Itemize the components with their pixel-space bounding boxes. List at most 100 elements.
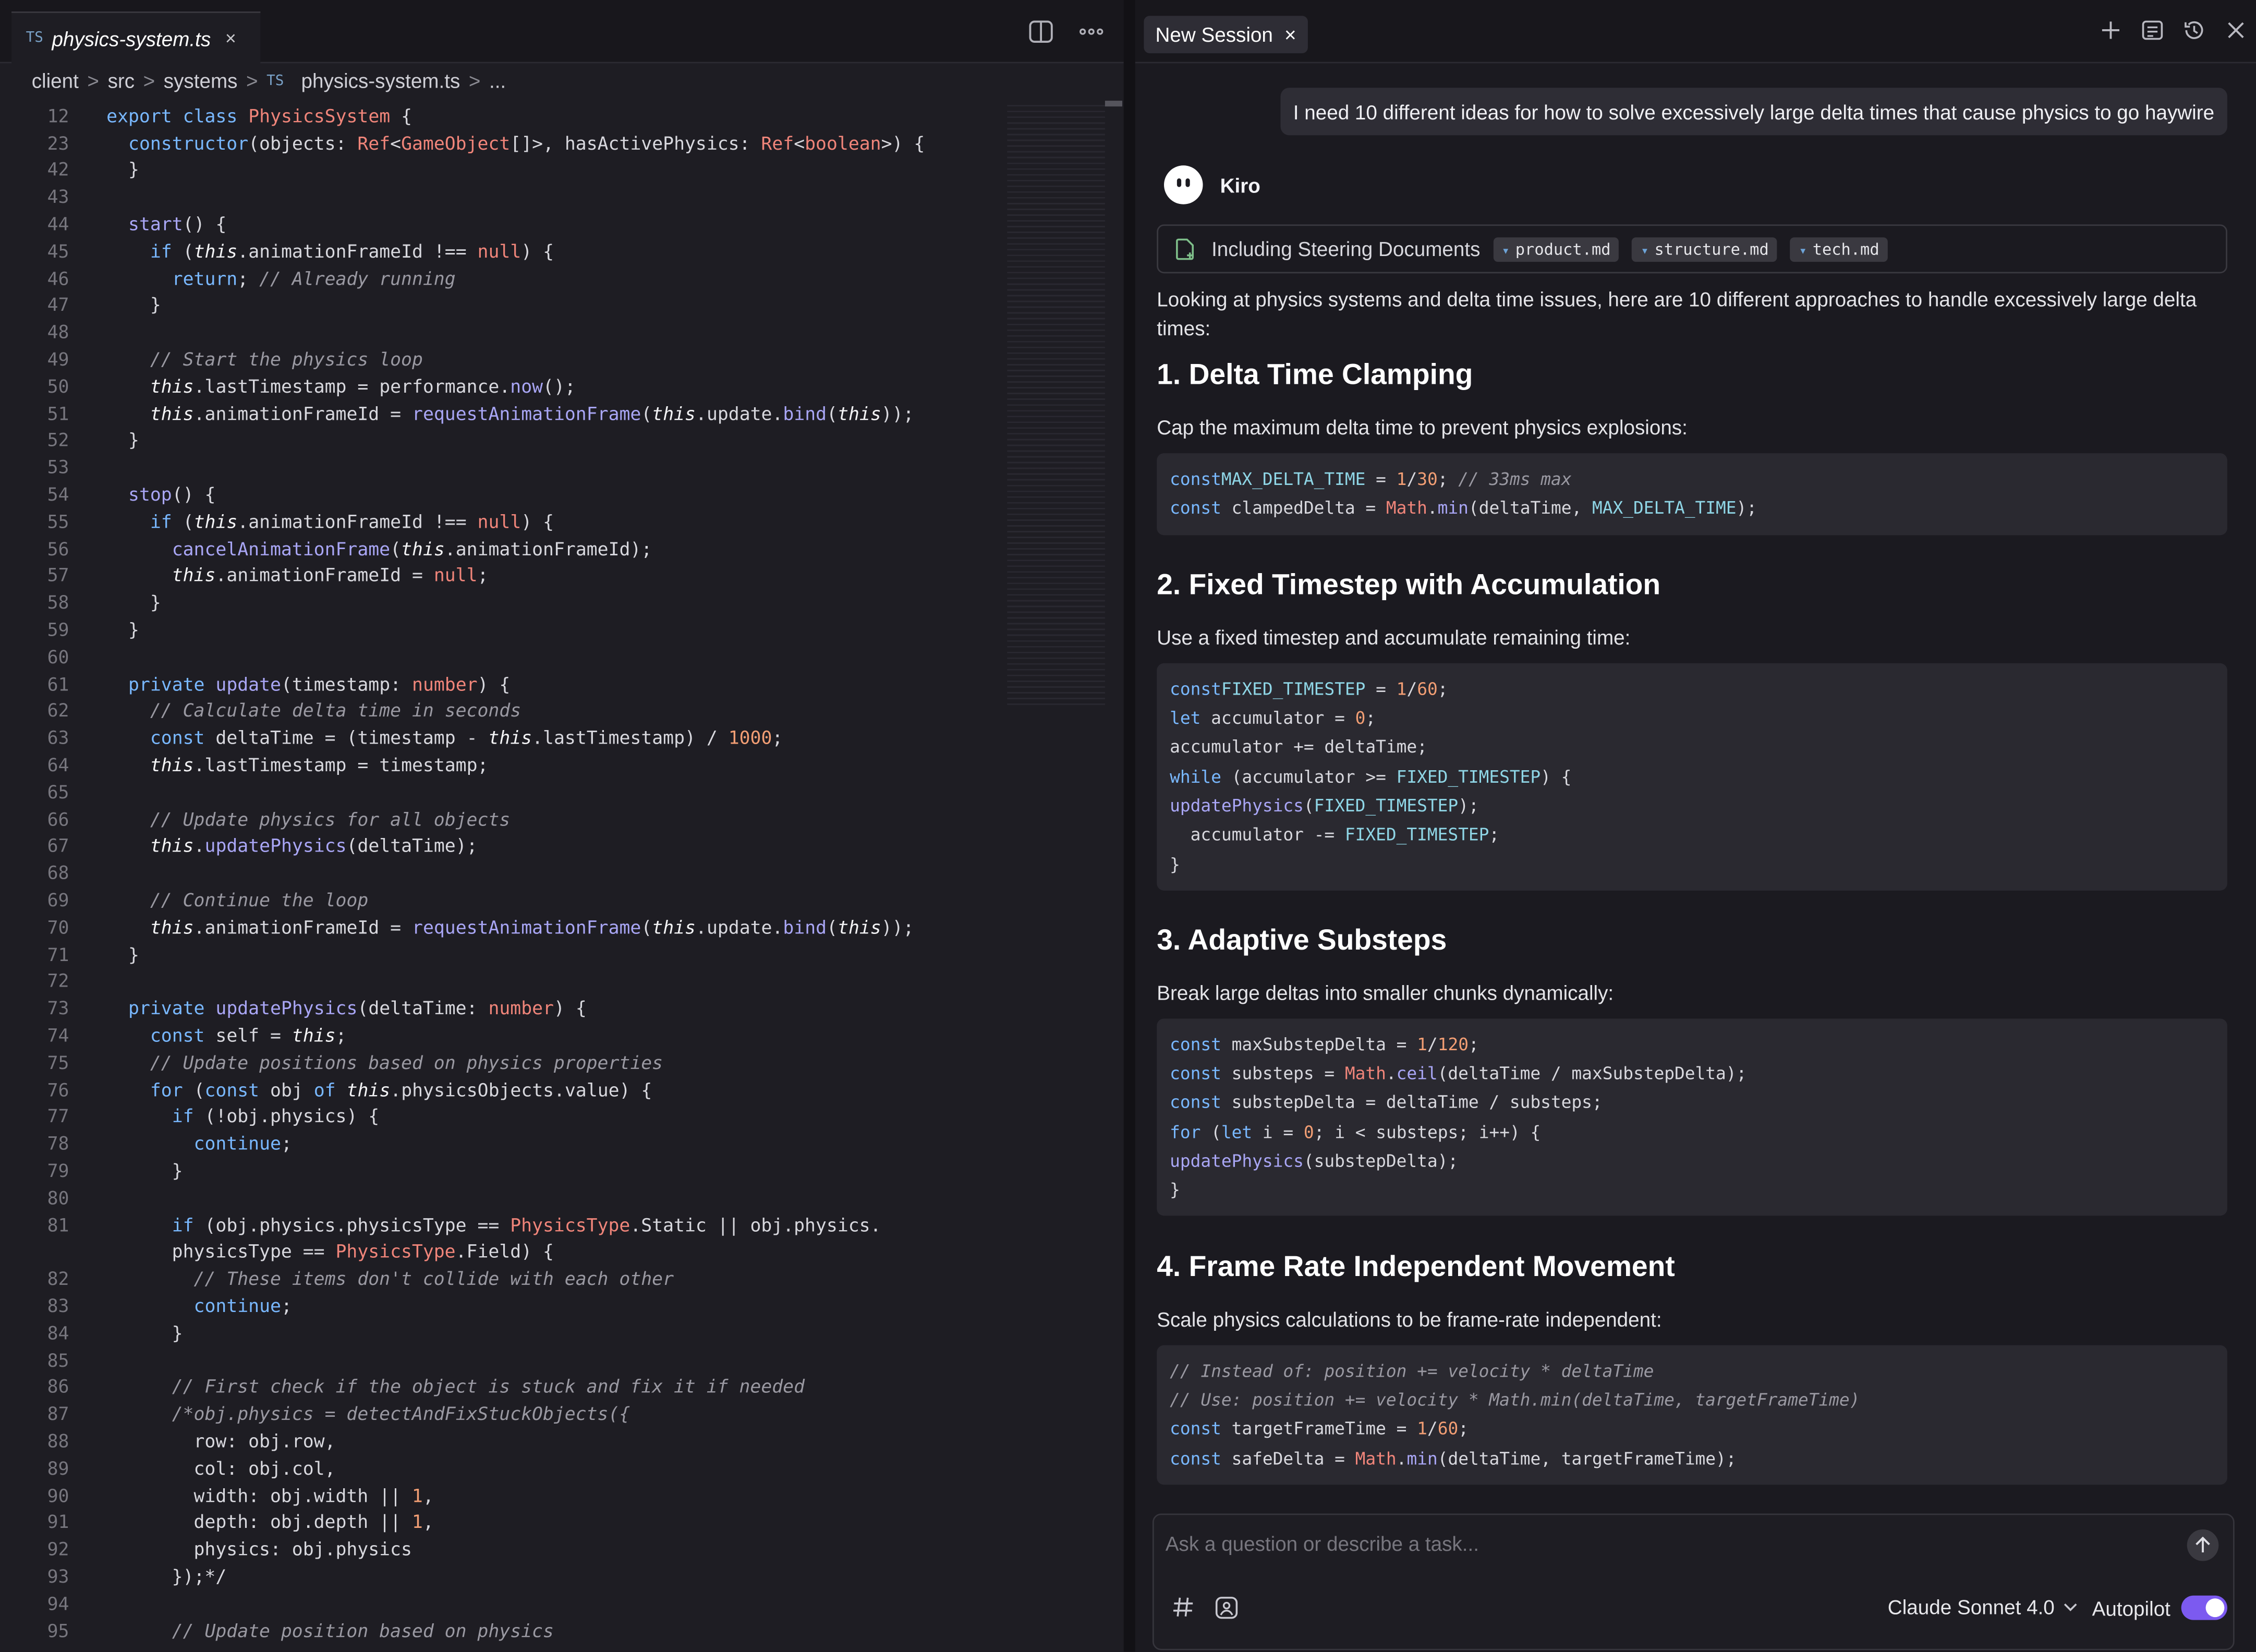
typescript-file-icon: TS: [26, 30, 43, 46]
code-line[interactable]: 63 const deltaTime = (timestamp - this.l…: [0, 724, 1007, 751]
code-line[interactable]: 55 if (this.animationFrameId !== null) {: [0, 508, 1007, 535]
code-block[interactable]: const MAX_DELTA_TIME = 1/30; // 33ms max…: [1157, 453, 2227, 535]
code-line[interactable]: 62 // Calculate delta time in seconds: [0, 697, 1007, 724]
chat-pane: New Session × I need 10 different ideas …: [1135, 0, 2256, 1652]
chat-input[interactable]: Ask a question or describe a task...: [1166, 1532, 1479, 1555]
code-line[interactable]: 52 }: [0, 427, 1007, 454]
code-line[interactable]: 44 start() {: [0, 210, 1007, 237]
code-line[interactable]: 67 this.updatePhysics(deltaTime);: [0, 832, 1007, 859]
code-lines[interactable]: 12 export class PhysicsSystem {23 constru…: [0, 102, 1007, 1644]
code-line[interactable]: 64 this.lastTimestamp = timestamp;: [0, 751, 1007, 779]
code-line[interactable]: 87 /*obj.physics = detectAndFixStuckObje…: [0, 1400, 1007, 1427]
split-editor-icon[interactable]: [1029, 20, 1053, 43]
code-line[interactable]: 45 if (this.animationFrameId !== null) {: [0, 237, 1007, 264]
line-number: 81: [47, 1213, 69, 1235]
steering-doc-chip[interactable]: ▾ structure.md: [1632, 236, 1778, 261]
breadcrumb-separator-icon: >: [468, 69, 481, 92]
markdown-icon: ▾: [1641, 244, 1649, 259]
code-line[interactable]: 42 }: [0, 156, 1007, 184]
section-description: Break large deltas into smaller chunks d…: [1157, 980, 1614, 1004]
code-line[interactable]: 84 }: [0, 1319, 1007, 1346]
code-line[interactable]: 66 // Update physics for all objects: [0, 805, 1007, 832]
code-line[interactable]: 56 cancelAnimationFrame(this.animationFr…: [0, 535, 1007, 562]
code-line[interactable]: 90 width: obj.width || 1,: [0, 1481, 1007, 1509]
editor-scrollbar[interactable]: [1105, 101, 1123, 107]
code-line[interactable]: 89 col: obj.col,: [0, 1454, 1007, 1481]
code-line[interactable]: 73 private updatePhysics(deltaTime: numb…: [0, 994, 1007, 1022]
code-line[interactable]: 81 if (obj.physics.physicsType == Physic…: [0, 1211, 1007, 1238]
code-block[interactable]: const FIXED_TIMESTEP = 1/60; let accumula…: [1157, 662, 2227, 890]
steering-doc-chip[interactable]: ▾ tech.md: [1790, 236, 1888, 261]
code-line[interactable]: 58 }: [0, 589, 1007, 616]
code-line[interactable]: 68: [0, 859, 1007, 886]
minimap[interactable]: [1007, 101, 1105, 705]
code-line[interactable]: 49 // Start the physics loop: [0, 346, 1007, 373]
breadcrumb-item[interactable]: client: [32, 69, 79, 92]
more-actions-icon[interactable]: [1079, 27, 1103, 36]
code-line[interactable]: 47 }: [0, 291, 1007, 319]
code-line[interactable]: 91 depth: obj.depth || 1,: [0, 1509, 1007, 1536]
code-line[interactable]: 93 });*/: [0, 1562, 1007, 1589]
hash-icon[interactable]: [1171, 1596, 1194, 1619]
code-block-line: }: [1170, 1180, 1180, 1200]
code-line[interactable]: 59 }: [0, 616, 1007, 643]
code-line[interactable]: 80: [0, 1184, 1007, 1211]
code-line[interactable]: 79 }: [0, 1157, 1007, 1184]
code-line[interactable]: 43: [0, 183, 1007, 210]
code-line[interactable]: 54 stop() {: [0, 481, 1007, 508]
send-button[interactable]: [2187, 1529, 2219, 1561]
code-line[interactable]: 12 export class PhysicsSystem {: [0, 102, 1007, 129]
code-line[interactable]: 76 for (const obj of this.physicsObjects…: [0, 1076, 1007, 1103]
code-line[interactable]: 71 }: [0, 941, 1007, 968]
breadcrumb-item[interactable]: systems: [164, 69, 238, 92]
breadcrumb-item[interactable]: ...: [489, 69, 506, 92]
image-attach-icon[interactable]: [1215, 1596, 1239, 1620]
code-line[interactable]: 60: [0, 643, 1007, 670]
code-line[interactable]: 61 private update(timestamp: number) {: [0, 670, 1007, 697]
code-line[interactable]: 86 // First check if the object is stuck…: [0, 1373, 1007, 1400]
code-line[interactable]: 57 this.animationFrameId = null;: [0, 562, 1007, 589]
code-line[interactable]: 48: [0, 319, 1007, 346]
autopilot-toggle[interactable]: [2181, 1595, 2228, 1620]
code-line[interactable]: 85: [0, 1346, 1007, 1373]
code-line[interactable]: 74 const self = this;: [0, 1022, 1007, 1049]
code-line[interactable]: 83 continue;: [0, 1292, 1007, 1319]
code-line[interactable]: 94: [0, 1589, 1007, 1617]
code-block[interactable]: // Instead of: position += velocity * de…: [1157, 1344, 2227, 1485]
line-text: physics: obj.physics: [106, 1538, 412, 1560]
code-line[interactable]: 51 this.animationFrameId = requestAnimat…: [0, 399, 1007, 427]
line-number: 56: [47, 537, 69, 560]
code-line[interactable]: 78 continue;: [0, 1130, 1007, 1157]
code-line[interactable]: 95 // Update position based on physics: [0, 1617, 1007, 1644]
model-selector[interactable]: Claude Sonnet 4.0: [1888, 1596, 2078, 1619]
steering-doc-chip[interactable]: ▾ product.md: [1493, 236, 1620, 261]
code-line[interactable]: 75 // Update positions based on physics …: [0, 1049, 1007, 1076]
chat-scroll-area[interactable]: I need 10 different ideas for how to sol…: [1135, 0, 2256, 1513]
code-line[interactable]: 88 row: obj.row,: [0, 1427, 1007, 1454]
code-line[interactable]: 92 physics: obj.physics: [0, 1535, 1007, 1562]
code-line[interactable]: 70 this.animationFrameId = requestAnimat…: [0, 914, 1007, 941]
code-line[interactable]: 69 // Continue the loop: [0, 886, 1007, 914]
code-line[interactable]: 77 if (!obj.physics) {: [0, 1103, 1007, 1130]
code-line[interactable]: 82 // These items don't collide with eac…: [0, 1265, 1007, 1292]
code-line[interactable]: 72: [0, 967, 1007, 994]
section-description: Scale physics calculations to be frame-r…: [1157, 1307, 1662, 1330]
code-line[interactable]: 53: [0, 454, 1007, 481]
code-line[interactable]: 50 this.lastTimestamp = performance.now(…: [0, 372, 1007, 399]
close-icon[interactable]: ×: [225, 27, 236, 48]
line-text: row: obj.row,: [106, 1430, 336, 1452]
breadcrumb-item[interactable]: src: [108, 69, 135, 92]
chat-input-box[interactable]: Ask a question or describe a task... Cla…: [1152, 1513, 2235, 1650]
pane-divider[interactable]: [1123, 0, 1135, 1652]
code-line[interactable]: 23 constructor(objects: Ref<GameObject[]…: [0, 129, 1007, 156]
code-line[interactable]: 00 physicsType == PhysicsType.Field) {: [0, 1238, 1007, 1265]
line-number: 64: [47, 754, 69, 776]
code-line[interactable]: 46 return; // Already running: [0, 264, 1007, 291]
breadcrumb-item[interactable]: physics-system.ts: [301, 69, 460, 92]
line-text: stop() {: [128, 483, 216, 505]
code-block[interactable]: const maxSubstepDelta = 1/120; const subs…: [1157, 1018, 2227, 1217]
line-text: if (this.animationFrameId !== null) {: [150, 511, 554, 532]
intro-text: Looking at physics systems and delta tim…: [1157, 287, 2197, 340]
code-line[interactable]: 65: [0, 778, 1007, 805]
editor-tab-physics-system[interactable]: TS physics-system.ts ×: [11, 11, 261, 64]
